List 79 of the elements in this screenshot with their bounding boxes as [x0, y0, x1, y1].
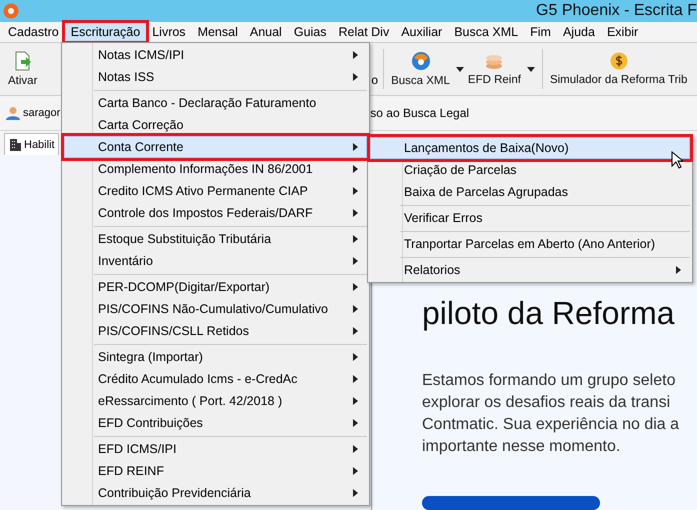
app-logo-icon [3, 3, 19, 19]
menu-bar-item[interactable]: Busca XML [448, 23, 524, 41]
submenu-arrow-icon [353, 73, 358, 81]
menu-bar-item[interactable]: Anual [244, 23, 288, 41]
user-icon [6, 106, 20, 120]
heading: piloto da Reforma [422, 295, 675, 332]
menu-item[interactable]: PIS/COFINS/CSLL Retidos [64, 320, 367, 342]
submenu-arrow-icon [353, 327, 358, 335]
menu-item[interactable]: eRessarcimento ( Port. 42/2018 ) [64, 390, 367, 412]
building-icon [8, 138, 22, 152]
menu-item[interactable]: Complemento Informações IN 86/2001 [64, 158, 367, 180]
toolbar-label: o [371, 72, 378, 87]
menu-item[interactable]: Sintegra (Importar) [64, 346, 367, 368]
menu-bar-item[interactable]: Exibir [600, 23, 644, 41]
submenu-arrow-icon [353, 305, 358, 313]
menu-bar-item[interactable]: Cadastro [2, 23, 65, 41]
submenu-arrow-icon [353, 467, 358, 475]
dropdown-caret-icon [456, 66, 464, 72]
menu-bar-item[interactable]: Escrituração [64, 23, 146, 41]
menu-item[interactable]: Contribuição Previdenciária [64, 482, 367, 504]
toolbar-button[interactable]: Simulador da Reforma Trib [548, 52, 690, 86]
document-arrow-icon [14, 51, 32, 71]
menu-item[interactable]: PER-DCOMP(Digitar/Exportar) [64, 276, 367, 298]
menu-bar-item[interactable]: Auxiliar [395, 23, 448, 41]
submenu-arrow-icon [353, 353, 358, 361]
tab[interactable]: Habilit [4, 133, 59, 155]
submenu-arrow-icon [353, 283, 358, 291]
menu-item[interactable]: EFD Contribuições [64, 412, 367, 434]
notice-text: so ao Busca Legal [370, 106, 470, 120]
menu-item[interactable]: Credito ICMS Ativo Permanente CIAP [64, 180, 367, 202]
dropdown-caret-icon [526, 66, 535, 72]
submenu-arrow-icon [353, 209, 358, 217]
globe-icon [410, 51, 430, 71]
submenu-arrow-icon [353, 375, 358, 383]
submenu-arrow-icon [353, 51, 358, 59]
submenu-arrow-icon [353, 419, 358, 427]
submenu-arrow-icon [353, 143, 358, 151]
menu-bar-item[interactable]: Livros [146, 23, 192, 41]
submenu-arrow-icon [676, 266, 681, 274]
menu-bar-item[interactable]: Fim [524, 23, 557, 41]
menu-item[interactable]: Verificar Erros [370, 207, 690, 229]
menu-item[interactable]: Carta Banco - Declaração Faturamento [64, 92, 367, 114]
menu-item[interactable]: Estoque Substituição Tributária [64, 228, 367, 250]
menu-item[interactable]: Notas ISS [64, 66, 367, 88]
menu-item[interactable]: EFD ICMS/IPI [64, 438, 367, 460]
coins-icon [484, 52, 504, 70]
menu-item[interactable]: Relatorios [370, 259, 690, 281]
dollar-coin-icon [610, 52, 628, 70]
menu-item[interactable]: Inventário [64, 250, 367, 272]
menu-item[interactable]: EFD REINF [64, 460, 367, 482]
menu-item[interactable]: Conta Corrente [64, 136, 367, 158]
toolbar-button[interactable]: Ativar [6, 51, 40, 87]
menu-item[interactable]: Crédito Acumulado Icms - e-CredAc [64, 368, 367, 390]
mouse-cursor-icon [671, 151, 683, 169]
menu-bar-item[interactable]: Mensal [192, 23, 244, 41]
submenu-arrow-icon [353, 235, 358, 243]
menu-item[interactable]: Tranportar Parcelas em Aberto (Ano Anterior) [370, 233, 690, 255]
submenu-arrow-icon [353, 187, 358, 195]
submenu-arrow-icon [353, 489, 358, 497]
menu-bar-item[interactable]: Guias [288, 23, 332, 41]
intro-paragraph: Estamos formando um grupo seleto explorar os desafios reais da transi Contmatic. Sua experiência no dia a importante nesse momento. [422, 371, 680, 457]
submenu-arrow-icon [353, 397, 358, 405]
menu-item[interactable]: Baixa de Parcelas Agrupadas [370, 181, 690, 203]
menu-item[interactable]: PIS/COFINS Não-Cumulativo/Cumulativo [64, 298, 367, 320]
menu-item[interactable]: Notas ICMS/IPI [64, 44, 367, 66]
menu-bar-item[interactable]: Relat Div [332, 23, 396, 41]
menu-item[interactable]: Carta Correção [64, 114, 367, 136]
window-title: G5 Phoenix - Escrita F [536, 2, 697, 20]
menu-item[interactable]: Controle dos Impostos Federais/DARF [64, 202, 367, 224]
menu-item[interactable]: Lançamentos de Baixa(Novo) [370, 137, 690, 159]
user-name: saragor [23, 107, 60, 119]
submenu-arrow-icon [353, 445, 358, 453]
toolbar-button[interactable]: EFD Reinf [466, 52, 537, 86]
toolbar-button[interactable]: Busca XML [389, 51, 466, 87]
cta-button[interactable] [422, 496, 600, 510]
menu-bar-item[interactable]: Ajuda [556, 23, 601, 41]
menu-item[interactable]: Criação de Parcelas [370, 159, 690, 181]
submenu-arrow-icon [353, 165, 358, 173]
submenu-arrow-icon [353, 257, 358, 265]
